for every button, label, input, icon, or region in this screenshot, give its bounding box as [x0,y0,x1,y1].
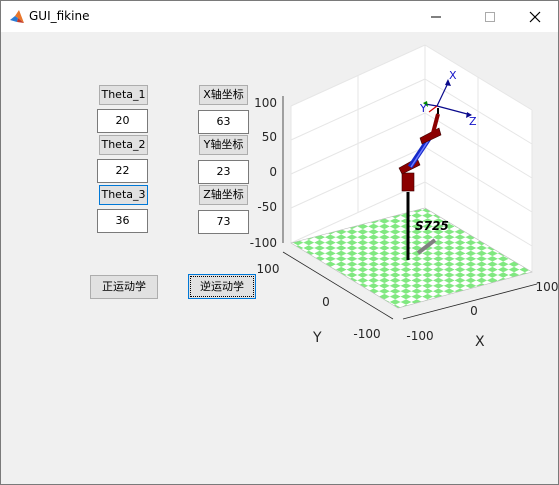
minimize-button[interactable] [413,1,459,32]
svg-text:-100: -100 [353,327,380,341]
joint-1 [401,172,415,192]
svg-text:0: 0 [322,295,330,309]
svg-text:100: 100 [257,262,280,276]
maximize-icon [485,11,495,22]
svg-text:Z: Z [469,115,477,128]
svg-text:-100: -100 [250,236,277,250]
svg-text:-100: -100 [406,329,433,343]
svg-text:-50: -50 [257,200,277,214]
z-tick-labels: 100 50 0 -50 -100 [250,96,277,250]
svg-text:100: 100 [536,280,558,294]
svg-text:X: X [449,69,457,82]
title-bar: GUI_fikine [1,1,558,32]
robot-3d-axes[interactable]: 100 50 0 -50 -100 100 0 -100 -100 0 100 … [1,32,558,484]
svg-text:50: 50 [262,130,277,144]
minimize-icon [431,16,441,17]
svg-text:0: 0 [470,304,478,318]
maximize-button[interactable] [467,1,513,32]
x-axis-label: X [475,334,485,350]
window-title: GUI_fikine [29,9,90,23]
model-label: S725 [415,219,449,233]
matlab-icon [10,10,24,23]
figure-content: Theta_1 20 Theta_2 22 Theta_3 36 X轴坐标 63… [1,32,558,484]
svg-text:0: 0 [269,165,277,179]
y-axis-label: Y [312,330,322,346]
close-button[interactable] [512,1,558,32]
close-icon [529,11,541,22]
svg-text:100: 100 [254,96,277,110]
svg-text:Y: Y [419,102,427,115]
app-window: GUI_fikine Theta_1 20 Theta_2 22 Theta_3… [0,0,559,485]
